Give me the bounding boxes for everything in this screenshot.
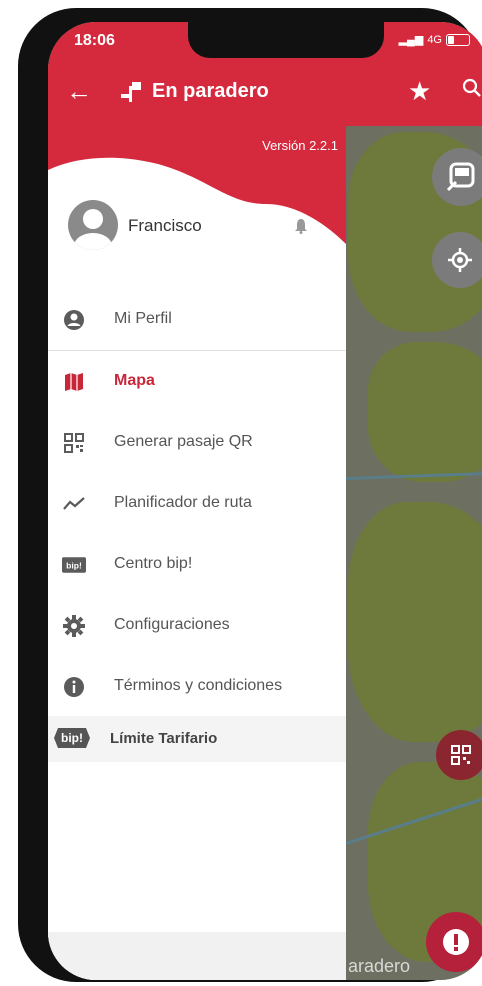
- report-alert-button[interactable]: [426, 912, 482, 972]
- menu-item-label: Mi Perfil: [114, 310, 172, 327]
- favorite-star-icon[interactable]: ★: [408, 76, 431, 107]
- svg-text:bip!: bip!: [66, 560, 82, 570]
- bip-badge-icon: bip!: [54, 728, 90, 748]
- menu-item-mapa[interactable]: Mapa: [48, 352, 346, 412]
- avatar[interactable]: [68, 200, 118, 250]
- map-icon: [62, 370, 86, 394]
- menu-item-centro-bip[interactable]: bip! Centro bip!: [48, 535, 346, 595]
- qr-code-icon: [451, 745, 471, 765]
- bip-card-icon: bip!: [62, 553, 86, 577]
- status-time: 18:06: [74, 32, 115, 49]
- gear-icon: [62, 614, 86, 638]
- screen: 18:06 ▂▄▆ 4G ← En paradero ★ aradero Ver…: [48, 22, 482, 980]
- search-icon[interactable]: [462, 78, 482, 98]
- svg-text:bip!: bip!: [61, 731, 83, 745]
- network-label: 4G: [427, 33, 442, 46]
- notch: [188, 22, 384, 58]
- qr-code-icon: [62, 431, 86, 455]
- menu-item-label: Generar pasaje QR: [114, 433, 253, 450]
- my-location-button[interactable]: [432, 232, 482, 288]
- page-title: En paradero: [152, 80, 269, 102]
- info-icon: [62, 675, 86, 699]
- app-version: Versión 2.2.1: [262, 138, 338, 153]
- account-circle-icon: [62, 308, 86, 332]
- map-park-area: [348, 502, 482, 742]
- menu-item-label: Configuraciones: [114, 616, 230, 633]
- menu-item-mi-perfil[interactable]: Mi Perfil: [48, 290, 346, 350]
- phone-frame: 18:06 ▂▄▆ 4G ← En paradero ★ aradero Ver…: [18, 8, 482, 982]
- map-bottom-label: aradero: [348, 956, 411, 976]
- bus-icon: [446, 162, 475, 192]
- alert-icon: [443, 929, 469, 955]
- map-park-area: [368, 342, 482, 482]
- menu-item-generar-pasaje-qr[interactable]: Generar pasaje QR: [48, 413, 346, 473]
- menu-item-label: Límite Tarifario: [110, 730, 218, 747]
- user-name: Francisco: [128, 216, 202, 235]
- crosshair-icon: [448, 248, 472, 272]
- status-indicators: ▂▄▆ 4G: [399, 33, 470, 46]
- menu-item-terminos-y-condiciones[interactable]: Términos y condiciones: [48, 657, 346, 717]
- divider: [48, 350, 346, 351]
- bell-icon[interactable]: [294, 218, 308, 234]
- route-icon: [62, 492, 86, 516]
- menu-item-planificador-de-ruta[interactable]: Planificador de ruta: [48, 474, 346, 534]
- menu-item-label: Mapa: [114, 372, 155, 389]
- navigation-drawer: Versión 2.2.1 Francisco Mi Perfil Mapa G…: [48, 126, 346, 980]
- bus-stop-icon: [121, 82, 141, 102]
- menu-item-label: Planificador de ruta: [114, 494, 252, 511]
- qr-fab-button[interactable]: [436, 730, 482, 780]
- menu-item-configuraciones[interactable]: Configuraciones: [48, 596, 346, 656]
- menu-item-limite-tarifario[interactable]: bip! Límite Tarifario: [48, 716, 346, 762]
- drawer-footer: [48, 932, 346, 980]
- bus-locate-button[interactable]: [432, 148, 482, 206]
- app-bar: ← En paradero ★: [48, 62, 482, 126]
- signal-icon: ▂▄▆: [398, 34, 424, 46]
- menu-item-label: Centro bip!: [114, 555, 193, 572]
- menu-item-label: Términos y condiciones: [114, 677, 283, 694]
- battery-icon: [446, 33, 470, 46]
- back-arrow-icon[interactable]: ←: [66, 78, 92, 104]
